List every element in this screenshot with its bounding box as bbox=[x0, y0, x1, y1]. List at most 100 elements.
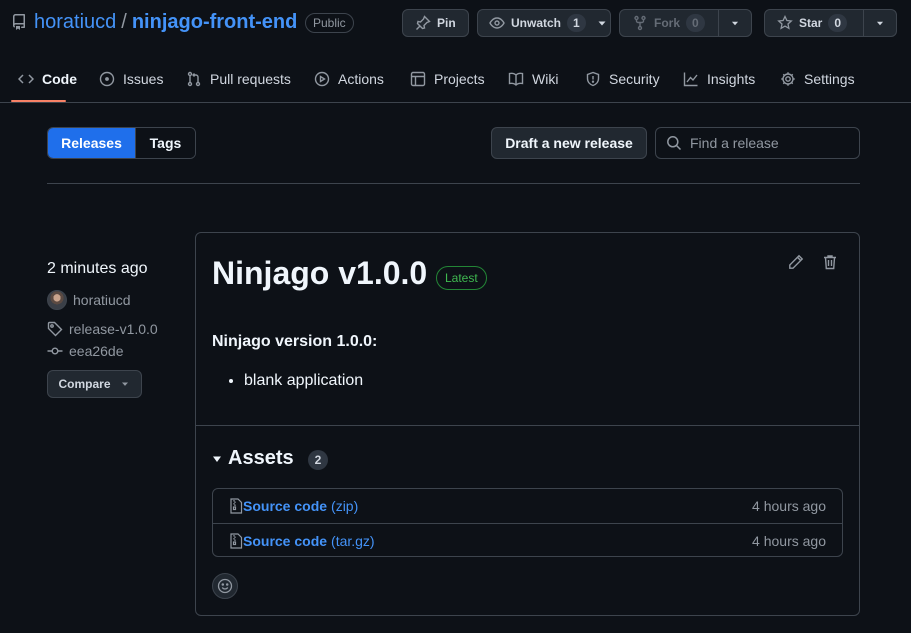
tab-projects[interactable]: Projects bbox=[410, 56, 485, 102]
repo-path-separator: / bbox=[121, 11, 127, 33]
tab-actions[interactable]: Actions bbox=[314, 56, 384, 102]
book-icon bbox=[508, 72, 524, 86]
tab-security[interactable]: Security bbox=[585, 56, 660, 102]
divider bbox=[196, 425, 859, 426]
caret-down-icon bbox=[213, 456, 221, 462]
chevron-down-icon bbox=[121, 382, 128, 386]
asset-name: Source code bbox=[243, 532, 328, 549]
asset-format: (tar.gz) bbox=[331, 532, 375, 549]
asset-time: 4 hours ago bbox=[752, 532, 826, 549]
asset-format: (zip) bbox=[331, 498, 359, 514]
unwatch-button[interactable]: Unwatch 1 bbox=[477, 9, 611, 37]
tab-label: Issues bbox=[123, 71, 164, 87]
list-item: Source code (tar.gz) 4 hours ago bbox=[213, 523, 842, 557]
chevron-down-icon bbox=[876, 21, 884, 26]
play-icon bbox=[314, 71, 330, 87]
assets-toggle[interactable]: Assets bbox=[212, 447, 294, 470]
visibility-badge: Public bbox=[305, 13, 354, 33]
repo-nav-tabs: Code Issues Pull requests Actions Projec… bbox=[0, 56, 911, 103]
pin-button[interactable]: Pin bbox=[402, 9, 469, 37]
release-body-heading: Ninjago version 1.0.0: bbox=[212, 333, 378, 350]
asset-link-targz[interactable]: Source code (tar.gz) bbox=[229, 533, 752, 549]
tags-tab[interactable]: Tags bbox=[135, 128, 195, 158]
shield-icon bbox=[586, 71, 600, 87]
table-icon bbox=[410, 71, 426, 87]
chevron-down-icon bbox=[731, 21, 739, 26]
tab-code[interactable]: Code bbox=[18, 56, 77, 102]
pencil-icon[interactable] bbox=[788, 254, 804, 270]
tab-label: Code bbox=[42, 71, 77, 87]
assets-list: Source code (zip) 4 hours ago Source cod… bbox=[212, 488, 843, 557]
file-zip-icon bbox=[230, 498, 243, 514]
tab-label: Projects bbox=[434, 71, 485, 87]
search-icon bbox=[667, 136, 682, 151]
fork-label: Fork bbox=[654, 16, 681, 30]
asset-time: 4 hours ago bbox=[752, 498, 826, 514]
add-reaction-button[interactable] bbox=[212, 573, 238, 599]
star-label: Star bbox=[799, 16, 823, 30]
release-commit[interactable]: eea26de bbox=[47, 343, 124, 359]
find-release-field[interactable] bbox=[655, 127, 860, 159]
divider bbox=[47, 183, 860, 184]
release-tag[interactable]: release-v1.0.0 bbox=[47, 321, 158, 337]
tab-issues[interactable]: Issues bbox=[99, 56, 163, 102]
pin-icon bbox=[416, 15, 431, 30]
forks-count: 0 bbox=[686, 14, 705, 32]
pull-request-icon bbox=[187, 71, 201, 87]
tag-icon bbox=[47, 321, 63, 337]
repo-name-link[interactable]: ninjago-front-end bbox=[132, 11, 298, 34]
pin-label: Pin bbox=[437, 16, 456, 30]
assets-count-badge: 2 bbox=[308, 450, 328, 470]
stars-count: 0 bbox=[828, 14, 848, 32]
tab-wiki[interactable]: Wiki bbox=[508, 56, 558, 102]
compare-button[interactable]: Compare bbox=[47, 370, 142, 398]
issue-icon bbox=[99, 71, 115, 87]
eye-icon bbox=[489, 17, 505, 29]
active-tab-indicator bbox=[11, 100, 66, 102]
smiley-icon bbox=[217, 578, 233, 594]
unwatch-label: Unwatch bbox=[511, 16, 562, 30]
star-button[interactable]: Star 0 bbox=[764, 9, 897, 37]
release-time: 2 minutes ago bbox=[47, 260, 148, 277]
avatar[interactable] bbox=[47, 290, 67, 310]
latest-badge: Latest bbox=[436, 266, 487, 290]
draft-release-button[interactable]: Draft a new release bbox=[491, 127, 647, 159]
tab-settings[interactable]: Settings bbox=[780, 56, 855, 102]
tab-label: Security bbox=[609, 71, 660, 87]
asset-name: Source code bbox=[243, 498, 328, 514]
tag-name[interactable]: release-v1.0.0 bbox=[69, 321, 158, 337]
file-zip-icon bbox=[230, 532, 243, 549]
gear-icon bbox=[781, 72, 795, 86]
releases-tab[interactable]: Releases bbox=[48, 128, 135, 158]
watchers-count: 1 bbox=[567, 14, 586, 32]
repo-path: horatiucd / ninjago-front-end bbox=[34, 11, 297, 34]
repo-icon bbox=[12, 14, 25, 30]
list-item: blank application bbox=[244, 372, 363, 390]
fork-menu-button[interactable] bbox=[718, 10, 751, 36]
star-menu-button[interactable] bbox=[863, 10, 896, 36]
chevron-down-icon bbox=[598, 21, 606, 26]
tab-label: Actions bbox=[338, 71, 384, 87]
repo-owner-link[interactable]: horatiucd bbox=[34, 11, 116, 34]
fork-icon bbox=[634, 15, 646, 31]
tab-label: Insights bbox=[707, 71, 756, 87]
author-name[interactable]: horatiucd bbox=[73, 292, 131, 308]
release-notes-list: blank application bbox=[228, 372, 363, 390]
fork-button[interactable]: Fork 0 bbox=[619, 9, 752, 37]
star-icon bbox=[777, 15, 793, 30]
releases-tags-toggle: Releases Tags bbox=[47, 127, 196, 159]
release-title[interactable]: Ninjago v1.0.0 bbox=[212, 255, 427, 292]
tab-insights[interactable]: Insights bbox=[683, 56, 755, 102]
tab-label: Settings bbox=[804, 71, 855, 87]
tab-pull-requests[interactable]: Pull requests bbox=[186, 56, 291, 102]
commit-sha[interactable]: eea26de bbox=[69, 343, 124, 359]
asset-link-zip[interactable]: Source code (zip) bbox=[229, 498, 752, 514]
list-item: Source code (zip) 4 hours ago bbox=[213, 489, 842, 523]
graph-icon bbox=[683, 72, 698, 87]
tab-label: Pull requests bbox=[210, 71, 291, 87]
trash-icon[interactable] bbox=[822, 254, 838, 270]
find-release-input[interactable] bbox=[690, 135, 850, 151]
code-icon bbox=[18, 74, 34, 84]
release-author[interactable]: horatiucd bbox=[47, 290, 131, 310]
tab-label: Wiki bbox=[532, 71, 559, 87]
